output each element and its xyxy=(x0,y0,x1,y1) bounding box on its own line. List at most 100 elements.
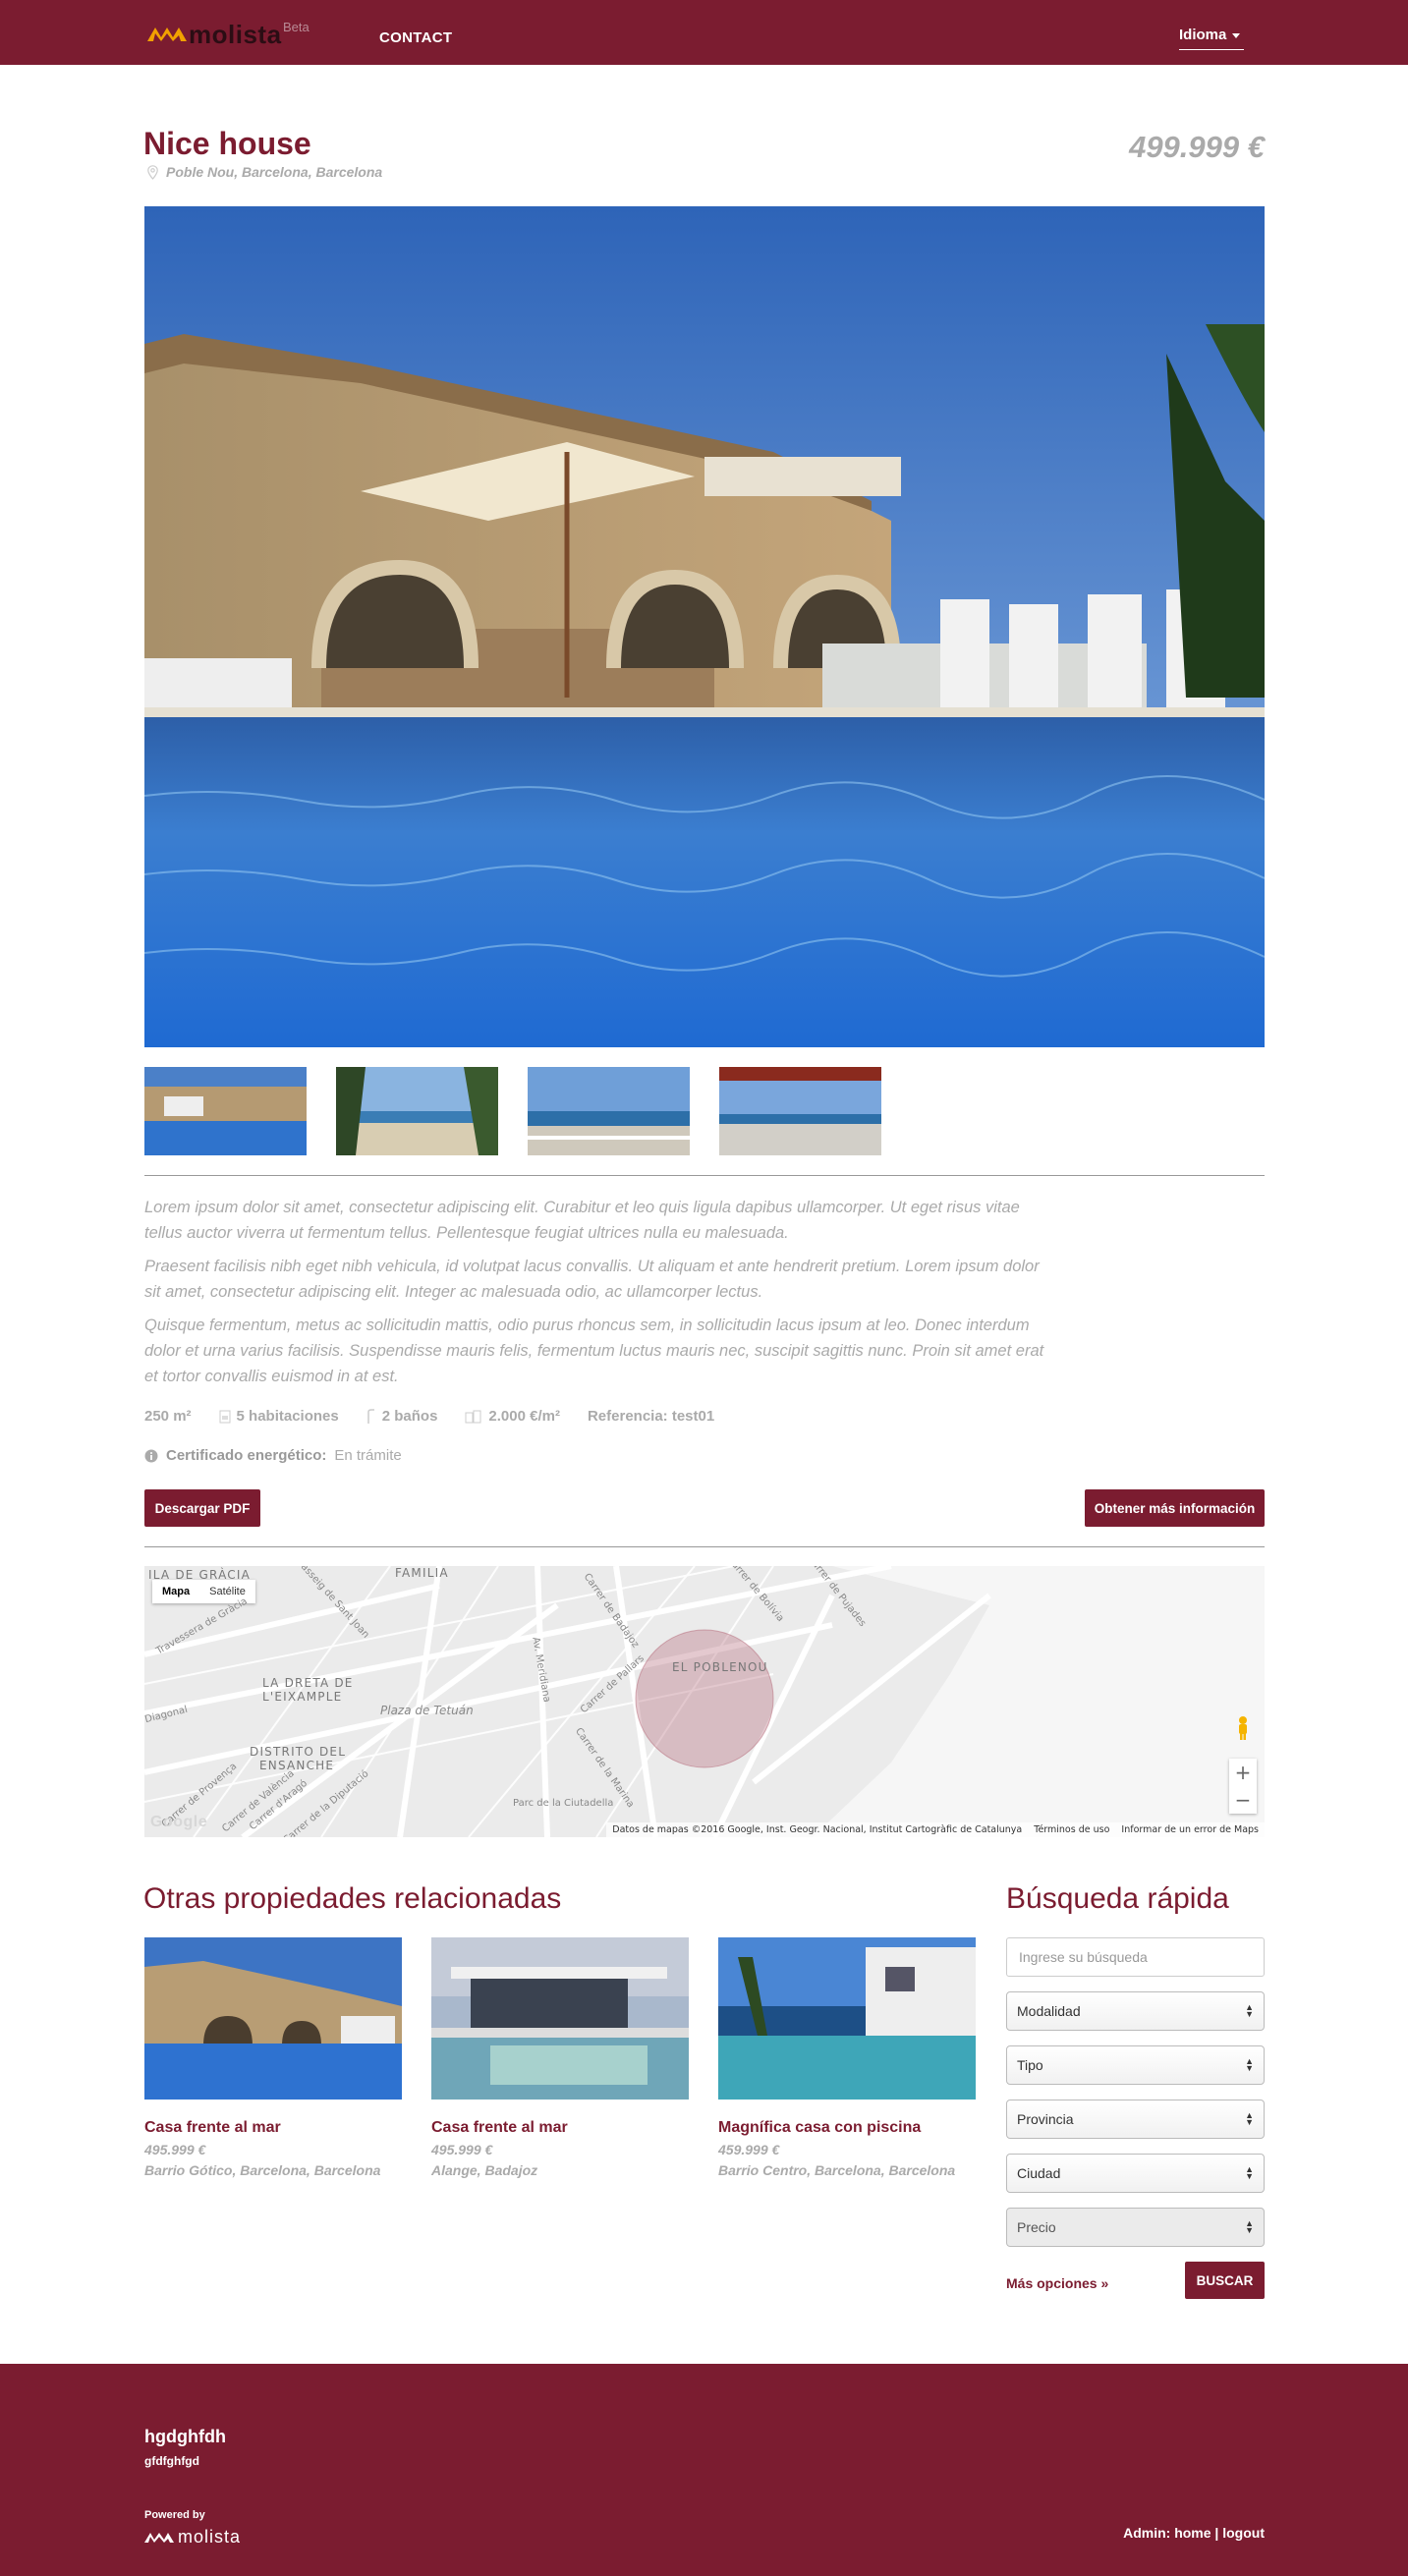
quick-search-form: Ingrese su búsqueda Modalidad ▲ ▼ Tipo ▲ ▼ P… xyxy=(1006,1937,1265,2299)
feature-reference: Referencia: test01 xyxy=(588,1408,714,1425)
related-properties: Casa frente al mar 495.999 € Barrio Góti… xyxy=(144,1937,976,2178)
search-button[interactable]: BUSCAR xyxy=(1185,2262,1265,2299)
thumbnail-2[interactable] xyxy=(336,1067,498,1155)
map-area-label: ENSANCHE xyxy=(259,1759,335,1772)
street-view-pegman-icon[interactable] xyxy=(1233,1715,1253,1741)
location-map[interactable]: Mapa Satélite ILA DE GRÀCIA FAMILIA LA D… xyxy=(144,1566,1265,1837)
related-location: Barrio Centro, Barcelona, Barcelona xyxy=(718,2162,956,2178)
footer-logo[interactable]: molista xyxy=(144,2527,241,2548)
map-area-label: EL POBLENOU xyxy=(672,1660,768,1674)
chevron-down-icon xyxy=(1232,32,1241,38)
related-photo[interactable] xyxy=(431,1937,689,2100)
quick-search-heading: Búsqueda rápida xyxy=(1006,1882,1229,1915)
logo-mark-icon xyxy=(147,28,187,41)
energy-certificate: Certificado energético: En trámite xyxy=(144,1447,402,1464)
language-label: Idioma xyxy=(1179,27,1227,43)
select-label: Modalidad xyxy=(1017,2003,1081,2019)
admin-logout-link[interactable]: logout xyxy=(1222,2525,1265,2541)
divider xyxy=(144,1175,1265,1176)
related-title[interactable]: Magnífica casa con piscina xyxy=(718,2119,976,2137)
bed-icon xyxy=(219,1410,231,1423)
property-price: 499.999 € xyxy=(1129,130,1265,164)
select-label: Provincia xyxy=(1017,2111,1074,2127)
energy-value: En trámite xyxy=(334,1447,402,1464)
related-title[interactable]: Casa frente al mar xyxy=(144,2119,402,2137)
feature-price-m2: 2.000 €/m² xyxy=(465,1408,560,1425)
select-label: Ciudad xyxy=(1017,2165,1061,2181)
more-options-link[interactable]: Más opciones » xyxy=(1006,2275,1108,2291)
select-arrows-icon: ▲ ▼ xyxy=(1245,2002,1254,2019)
rooms-text: 5 habitaciones xyxy=(236,1408,339,1425)
download-pdf-button[interactable]: Descargar PDF xyxy=(144,1489,260,1527)
select-label: Precio xyxy=(1017,2219,1056,2235)
map-report-link[interactable]: Informar de un error de Maps xyxy=(1121,1824,1259,1835)
building-icon xyxy=(465,1410,481,1423)
property-description: Lorem ipsum dolor sit amet, consectetur … xyxy=(144,1195,1058,1397)
footer-title: hgdghfdh xyxy=(144,2427,226,2446)
select-label: Tipo xyxy=(1017,2057,1043,2073)
map-area-label: LA DRETA DE xyxy=(262,1676,354,1690)
feature-rooms: 5 habitaciones xyxy=(219,1408,339,1425)
admin-separator: | xyxy=(1214,2525,1219,2541)
map-street-label: Plaza de Tetuán xyxy=(380,1704,474,1717)
info-circle-icon xyxy=(144,1449,158,1462)
price-m2-text: 2.000 €/m² xyxy=(488,1408,560,1425)
nav-contact-link[interactable]: CONTACT xyxy=(379,29,452,46)
google-logo: Google xyxy=(150,1814,208,1830)
related-price: 495.999 € xyxy=(144,2142,206,2157)
divider xyxy=(144,1546,1265,1547)
thumbnail-4[interactable] xyxy=(719,1067,881,1155)
map-tab-mapa[interactable]: Mapa xyxy=(152,1580,199,1603)
related-photo[interactable] xyxy=(144,1937,402,2100)
related-title[interactable]: Casa frente al mar xyxy=(431,2119,689,2137)
feature-baths: 2 baños xyxy=(366,1408,437,1425)
search-placeholder: Ingrese su búsqueda xyxy=(1019,1949,1148,1965)
energy-label: Certificado energético: xyxy=(166,1447,327,1464)
select-arrows-icon: ▲ ▼ xyxy=(1245,2110,1254,2127)
description-paragraph: Quisque fermentum, metus ac sollicitudin… xyxy=(144,1316,1044,1385)
zoom-out-button[interactable]: − xyxy=(1229,1786,1257,1814)
select-arrows-icon: ▲ ▼ xyxy=(1245,2218,1254,2235)
map-street-label: Parc de la Ciutadella xyxy=(513,1798,614,1809)
map-area-label: DISTRITO DEL xyxy=(250,1745,347,1759)
site-logo[interactable]: molista Beta xyxy=(147,20,310,49)
zoom-in-button[interactable]: + xyxy=(1229,1759,1257,1786)
beta-badge: Beta xyxy=(283,20,310,34)
related-card[interactable]: Casa frente al mar 495.999 € Barrio Góti… xyxy=(144,1937,402,2178)
map-area-label: FAMILIA xyxy=(395,1566,449,1580)
select-arrows-icon: ▲ ▼ xyxy=(1245,2056,1254,2073)
select-precio[interactable]: Precio ▲ ▼ xyxy=(1006,2208,1265,2247)
area-text: 250 m² xyxy=(144,1408,192,1425)
select-ciudad[interactable]: Ciudad ▲ ▼ xyxy=(1006,2154,1265,2193)
language-dropdown[interactable]: Idioma xyxy=(1179,27,1244,50)
select-provincia[interactable]: Provincia ▲ ▼ xyxy=(1006,2100,1265,2139)
description-paragraph: Praesent facilisis nibh eget nibh vehicu… xyxy=(144,1258,1040,1301)
top-navbar: molista Beta CONTACT Idioma xyxy=(0,0,1408,65)
feature-area: 250 m² xyxy=(144,1408,192,1425)
related-card[interactable]: Casa frente al mar 495.999 € Alange, Bad… xyxy=(431,1937,689,2178)
related-photo[interactable] xyxy=(718,1937,976,2100)
map-tab-satellite[interactable]: Satélite xyxy=(199,1580,255,1603)
select-tipo[interactable]: Tipo ▲ ▼ xyxy=(1006,2045,1265,2085)
property-title: Nice house xyxy=(143,126,311,161)
logo-mark-icon xyxy=(144,2532,174,2543)
select-arrows-icon: ▲ ▼ xyxy=(1245,2164,1254,2181)
request-info-button[interactable]: Obtener más información xyxy=(1085,1489,1265,1527)
admin-home-link[interactable]: home xyxy=(1174,2525,1211,2541)
search-input[interactable]: Ingrese su búsqueda xyxy=(1006,1937,1265,1977)
map-zoom-control: + − xyxy=(1229,1759,1257,1814)
related-price: 495.999 € xyxy=(431,2142,493,2157)
property-main-photo[interactable] xyxy=(144,206,1265,1047)
map-attribution: Datos de mapas ©2016 Google, Inst. Geogr… xyxy=(606,1822,1265,1837)
map-terms-link[interactable]: Términos de uso xyxy=(1034,1824,1109,1835)
property-location: Poble Nou, Barcelona, Barcelona xyxy=(147,164,382,180)
related-location: Barrio Gótico, Barcelona, Barcelona xyxy=(144,2162,381,2178)
thumbnail-1[interactable] xyxy=(144,1067,307,1155)
location-text: Poble Nou, Barcelona, Barcelona xyxy=(166,164,383,180)
thumbnail-3[interactable] xyxy=(528,1067,690,1155)
related-card[interactable]: Magnífica casa con piscina 459.999 € Bar… xyxy=(718,1937,976,2178)
footer-logo-text: molista xyxy=(178,2527,242,2547)
map-pin-icon xyxy=(147,164,158,180)
map-data-credit: Datos de mapas ©2016 Google, Inst. Geogr… xyxy=(612,1824,1023,1835)
select-modalidad[interactable]: Modalidad ▲ ▼ xyxy=(1006,1991,1265,2031)
